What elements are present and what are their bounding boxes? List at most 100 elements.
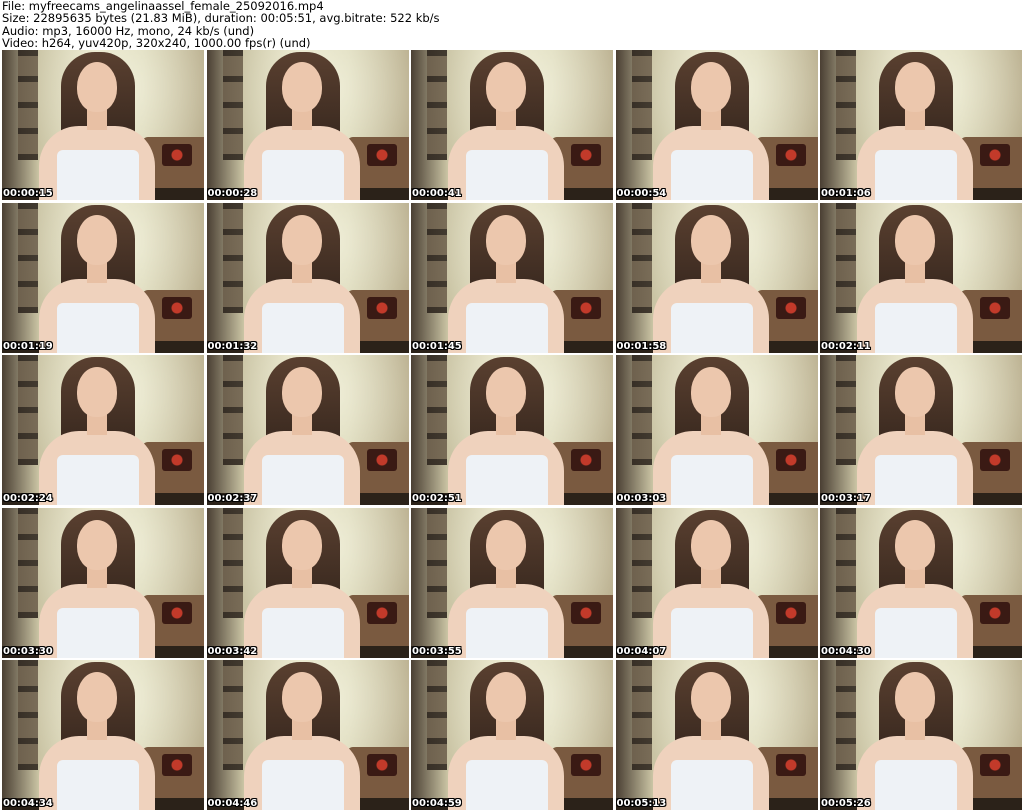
- video-thumbnail: 00:03:03: [615, 355, 818, 505]
- thumbnail-timestamp: 00:00:54: [616, 188, 667, 199]
- pillow-image-region: [775, 754, 806, 776]
- shelf-image-region: [836, 355, 856, 465]
- thumbnail-timestamp: 00:03:55: [412, 645, 462, 657]
- video-thumbnail: 00:00:41: [411, 50, 613, 200]
- person-face-region: [690, 214, 731, 265]
- pillow-image-region: [775, 296, 806, 319]
- video-thumbnail: 00:04:07: [615, 507, 818, 658]
- shelf-image-region: [18, 507, 38, 618]
- thumbnail-timestamp: 00:05:26: [821, 798, 871, 809]
- video-thumbnail: 00:04:30: [820, 507, 1022, 658]
- person-top-region: [466, 455, 548, 505]
- person-face-region: [895, 214, 935, 265]
- thumbnail-timestamp: 00:04:30: [821, 645, 871, 657]
- pillow-image-region: [571, 296, 601, 319]
- shelf-image-region: [222, 202, 243, 313]
- person-top-region: [57, 302, 139, 353]
- person-top-region: [670, 302, 753, 353]
- thumbnail-timestamp: 00:02:11: [821, 340, 871, 352]
- video-info-line: Video: h264, yuv420p, 320x240, 1000.00 f…: [2, 35, 311, 50]
- pillow-image-region: [775, 601, 806, 624]
- person-face-region: [895, 367, 935, 417]
- video-thumbnail: 00:01:06: [820, 50, 1022, 200]
- person-top-region: [670, 455, 753, 505]
- person-top-region: [261, 455, 344, 505]
- shelf-image-region: [427, 507, 447, 618]
- thumbnail-timestamp: 00:02:51: [412, 493, 462, 504]
- shelf-image-region: [836, 50, 856, 160]
- video-thumbnail: 00:03:17: [820, 355, 1022, 505]
- pillow-image-region: [980, 144, 1010, 166]
- person-face-region: [77, 62, 117, 112]
- person-face-region: [77, 214, 117, 265]
- shelf-image-region: [18, 202, 38, 313]
- person-top-region: [466, 150, 548, 200]
- shelf-image-region: [18, 660, 38, 770]
- pillow-image-region: [162, 754, 192, 776]
- thumbnail-timestamp: 00:03:17: [821, 493, 871, 504]
- pillow-image-region: [366, 144, 397, 166]
- video-thumbnail: 00:00:15: [2, 50, 204, 200]
- file-size-line: Size: 22895635 bytes (21.83 MiB), durati…: [2, 11, 440, 26]
- person-top-region: [261, 760, 344, 810]
- thumbnail-grid: 00:00:15 00:00:28 00:00:41 00:00:54 00:01:06…: [2, 50, 1024, 811]
- person-top-region: [261, 302, 344, 353]
- pillow-image-region: [775, 144, 806, 166]
- video-thumbnail: 00:01:45: [411, 202, 613, 353]
- shelf-image-region: [631, 660, 652, 770]
- shelf-image-region: [631, 202, 652, 313]
- shelf-image-region: [222, 660, 243, 770]
- pillow-image-region: [571, 754, 601, 776]
- person-top-region: [670, 150, 753, 200]
- video-thumbnail: 00:05:13: [615, 660, 818, 810]
- person-face-region: [77, 367, 117, 417]
- pillow-image-region: [980, 296, 1010, 319]
- video-thumbnail: 00:03:55: [411, 507, 613, 658]
- person-face-region: [486, 672, 526, 722]
- shelf-image-region: [222, 355, 243, 465]
- shelf-image-region: [427, 50, 447, 160]
- person-face-region: [690, 62, 731, 112]
- video-thumbnail: 00:05:26: [820, 660, 1022, 810]
- shelf-image-region: [18, 355, 38, 465]
- shelf-image-region: [427, 355, 447, 465]
- person-top-region: [57, 607, 139, 658]
- pillow-image-region: [162, 449, 192, 471]
- shelf-image-region: [222, 50, 243, 160]
- shelf-image-region: [222, 507, 243, 618]
- pillow-image-region: [571, 449, 601, 471]
- thumbnail-timestamp: 00:00:28: [207, 188, 258, 199]
- thumbnail-timestamp: 00:00:15: [3, 188, 53, 199]
- thumbnail-timestamp: 00:03:30: [3, 645, 53, 657]
- pillow-image-region: [366, 296, 397, 319]
- shelf-image-region: [836, 660, 856, 770]
- person-face-region: [281, 367, 322, 417]
- pillow-image-region: [366, 754, 397, 776]
- thumbnail-timestamp: 00:04:59: [412, 798, 462, 809]
- video-thumbnail: 00:04:34: [2, 660, 204, 810]
- person-top-region: [261, 607, 344, 658]
- pillow-image-region: [366, 601, 397, 624]
- person-top-region: [466, 607, 548, 658]
- person-face-region: [895, 672, 935, 722]
- pillow-image-region: [980, 601, 1010, 624]
- video-thumbnail: 00:01:58: [615, 202, 818, 353]
- thumbnail-timestamp: 00:01:32: [207, 340, 258, 352]
- person-face-region: [281, 214, 322, 265]
- video-thumbnail: 00:01:19: [2, 202, 204, 353]
- video-thumbnail: 00:02:37: [206, 355, 409, 505]
- person-face-region: [486, 62, 526, 112]
- video-thumbnail: 00:00:54: [615, 50, 818, 200]
- pillow-image-region: [571, 144, 601, 166]
- person-face-region: [690, 367, 731, 417]
- video-thumbnail: 00:00:28: [206, 50, 409, 200]
- thumbnail-timestamp: 00:04:46: [207, 798, 258, 809]
- video-thumbnail: 00:03:30: [2, 507, 204, 658]
- pillow-image-region: [980, 449, 1010, 471]
- person-face-region: [77, 519, 117, 570]
- person-top-region: [670, 760, 753, 810]
- person-face-region: [690, 672, 731, 722]
- person-top-region: [875, 760, 957, 810]
- video-thumbnail: 00:02:51: [411, 355, 613, 505]
- thumbnail-timestamp: 00:01:06: [821, 188, 871, 199]
